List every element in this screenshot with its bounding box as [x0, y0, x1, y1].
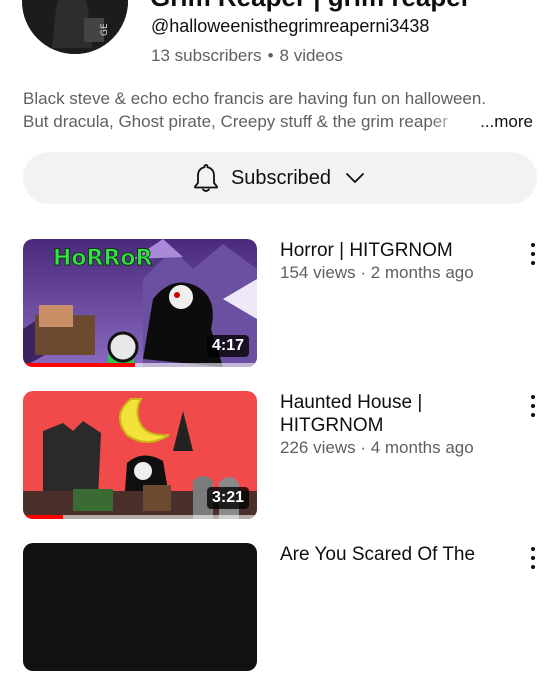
- video-thumbnail[interactable]: [23, 543, 257, 671]
- bell-icon: [193, 163, 219, 193]
- text-fade: [429, 110, 473, 133]
- more-options-icon[interactable]: [525, 547, 541, 569]
- video-item[interactable]: Are You Scared Of The: [23, 543, 537, 673]
- duration-badge: 4:17: [206, 335, 249, 357]
- video-thumbnail[interactable]: 3:21: [23, 391, 257, 519]
- watch-progress-bar: [23, 515, 63, 519]
- thumbnail-text: HoRRoR: [53, 246, 153, 271]
- channel-title: Grim Reaper | grim reaper: [150, 0, 550, 13]
- description-line: But dracula, Ghost pirate, Creepy stuff …: [23, 112, 448, 131]
- description-line-2-wrap: But dracula, Ghost pirate, Creepy stuff …: [23, 110, 533, 133]
- more-link[interactable]: ...more: [478, 110, 533, 133]
- subscriber-count: 13 subscribers: [151, 46, 262, 65]
- video-info[interactable]: Haunted House | HITGRNOM 226 views · 4 m…: [280, 391, 510, 459]
- video-title: Are You Scared Of The: [280, 543, 510, 566]
- channel-avatar[interactable]: GE: [22, 0, 128, 54]
- video-title-line: Horror | HITGRNOM: [280, 240, 453, 261]
- video-meta: 154 views · 2 months ago: [280, 263, 474, 282]
- channel-handle: @halloweenisthegrimreaperni3438: [151, 16, 430, 36]
- video-item[interactable]: HoRRoR 4:17 Horror | HITGRNOM 154 views …: [23, 239, 537, 369]
- more-options-icon[interactable]: [525, 243, 541, 265]
- video-meta: 226 views · 4 months ago: [280, 438, 474, 457]
- watch-progress-bar: [23, 363, 136, 367]
- video-title-line: Are You Scared Of The: [280, 544, 476, 565]
- channel-stats: 13 subscribers • 8 videos: [151, 46, 343, 66]
- description-line: Black steve & echo echo francis are havi…: [23, 89, 487, 108]
- video-thumbnail[interactable]: HoRRoR 4:17: [23, 239, 257, 367]
- chevron-down-icon: [343, 166, 367, 190]
- separator-dot: •: [267, 46, 274, 65]
- video-info[interactable]: Horror | HITGRNOM 154 views · 2 months a…: [280, 239, 510, 284]
- more-options-icon[interactable]: [525, 395, 541, 417]
- subscribed-label: Subscribed: [230, 166, 332, 189]
- subscribed-button[interactable]: Subscribed: [23, 152, 537, 204]
- channel-description[interactable]: Black steve & echo echo francis are havi…: [23, 87, 533, 133]
- video-count: 8 videos: [279, 46, 343, 65]
- video-info[interactable]: Are You Scared Of The: [280, 543, 510, 566]
- video-title-line: HITGRNOM: [280, 415, 384, 436]
- video-title-line: Haunted House |: [280, 392, 423, 413]
- svg-text:GE: GE: [100, 23, 110, 36]
- video-title: Horror | HITGRNOM: [280, 239, 510, 262]
- duration-badge: 3:21: [206, 487, 249, 509]
- video-item[interactable]: 3:21 Haunted House | HITGRNOM 226 views …: [23, 391, 537, 521]
- video-title: Haunted House | HITGRNOM: [280, 391, 510, 437]
